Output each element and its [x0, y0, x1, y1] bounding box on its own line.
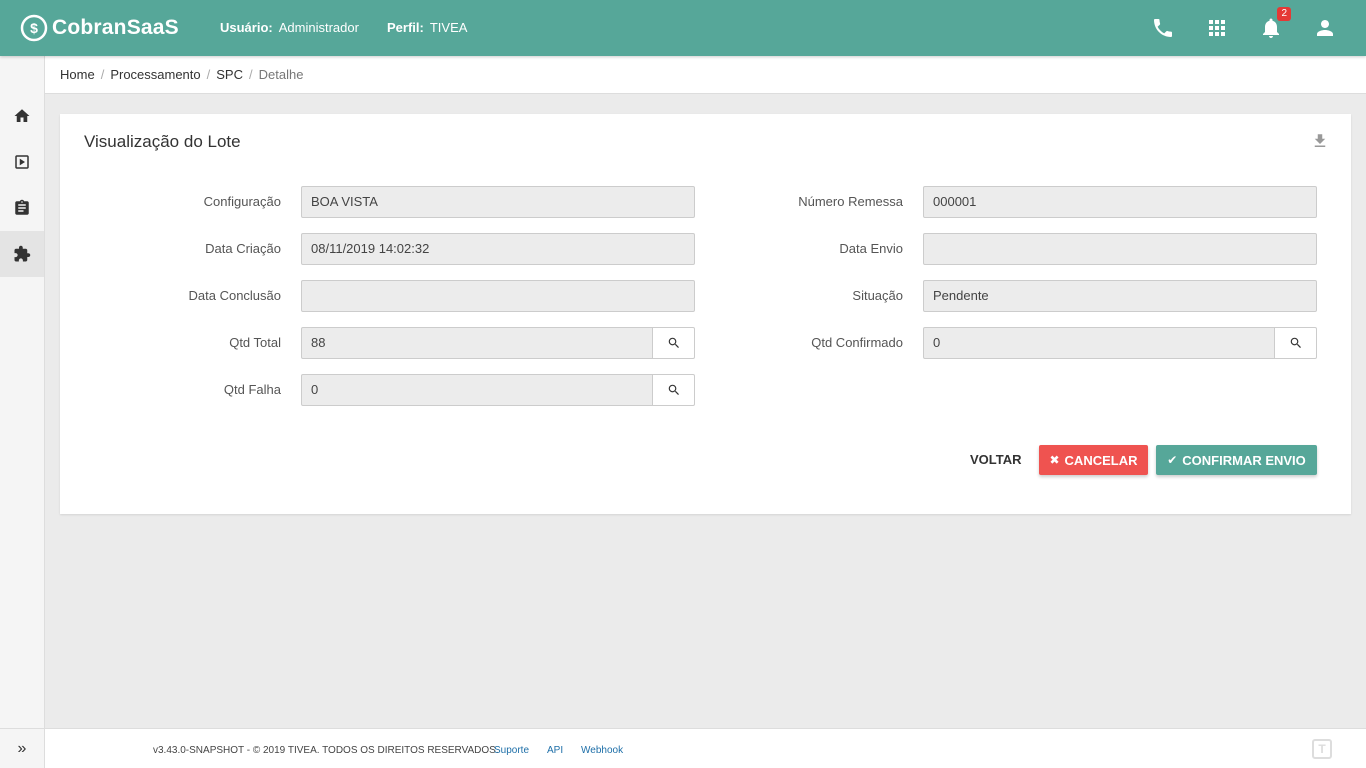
sidebar-item-processing[interactable] [0, 139, 44, 185]
configuracao-label: Configuração [203, 194, 281, 209]
qtd-falha-field[interactable]: 0 [301, 374, 653, 406]
sidebar-item-home[interactable] [0, 93, 44, 139]
page-title: Visualização do Lote [84, 132, 241, 151]
cancelar-label: CANCELAR [1064, 452, 1138, 468]
close-icon: ✖ [1049, 453, 1060, 467]
confirmar-envio-button[interactable]: ✔ CONFIRMAR ENVIO [1156, 445, 1317, 475]
clipboard-icon [15, 199, 29, 215]
configuracao-field[interactable]: BOA VISTA [301, 186, 695, 218]
search-icon [668, 384, 679, 395]
profile-info: Perfil: TIVEA [387, 20, 467, 35]
breadcrumb-home[interactable]: Home [60, 67, 95, 82]
double-chevron-right-icon[interactable]: » [0, 728, 44, 768]
search-icon [668, 337, 679, 348]
check-icon: ✔ [1167, 453, 1178, 467]
lot-detail-card: Visualização do Lote Configuração BOA VI… [60, 114, 1351, 514]
numero-remessa-label: Número Remessa [798, 194, 903, 209]
sidebar-item-integrations[interactable] [0, 231, 44, 277]
apps-grid-icon[interactable] [1205, 16, 1229, 40]
sidebar-item-reports[interactable] [0, 185, 44, 231]
footer-copyright: v3.43.0-SNAPSHOT - © 2019 TIVEA. TODOS O… [153, 745, 499, 756]
svg-text:$: $ [30, 20, 38, 36]
play-box-icon [15, 155, 29, 169]
confirmar-label: CONFIRMAR ENVIO [1182, 452, 1306, 468]
qtd-confirmado-field[interactable]: 0 [923, 327, 1275, 359]
data-envio-field[interactable] [923, 233, 1317, 265]
user-value: Administrador [278, 20, 359, 35]
footer-logo: T [1312, 739, 1332, 759]
qtd-confirmado-label: Qtd Confirmado [811, 335, 903, 350]
breadcrumb-processamento[interactable]: Processamento [110, 67, 200, 82]
breadcrumb-separator: / [100, 67, 105, 82]
breadcrumb-separator: / [249, 67, 253, 82]
phone-icon[interactable] [1151, 16, 1175, 40]
footer: v3.43.0-SNAPSHOT - © 2019 TIVEA. TODOS O… [45, 728, 1366, 768]
notification-badge: 2 [1277, 7, 1291, 21]
numero-remessa-field[interactable]: 000001 [923, 186, 1317, 218]
qtd-total-label: Qtd Total [229, 335, 281, 350]
user-label: Usuário: [220, 20, 273, 35]
bell-icon[interactable]: 2 [1259, 7, 1291, 40]
qtd-falha-search-button[interactable] [652, 374, 695, 406]
data-conclusao-field[interactable] [301, 280, 695, 312]
qtd-total-search-button[interactable] [652, 327, 695, 359]
cancelar-button[interactable]: ✖ CANCELAR [1039, 445, 1148, 475]
footer-link-suporte[interactable]: Suporte [494, 745, 529, 756]
qtd-falha-label: Qtd Falha [223, 382, 281, 397]
data-envio-label: Data Envio [839, 241, 903, 256]
data-conclusao-label: Data Conclusão [188, 288, 282, 303]
home-icon [14, 109, 30, 122]
breadcrumb-separator: / [206, 67, 211, 82]
brand-logo-icon: $ [20, 14, 48, 42]
profile-label: Perfil: [387, 20, 424, 35]
voltar-button[interactable]: VOLTAR [960, 445, 1032, 475]
data-criacao-label: Data Criação [205, 241, 281, 256]
breadcrumb-spc[interactable]: SPC [216, 67, 243, 82]
situacao-field[interactable]: Pendente [923, 280, 1317, 312]
footer-link-api[interactable]: API [547, 745, 563, 756]
brand-name: CobranSaaS [52, 16, 179, 39]
brand[interactable]: $ CobranSaaS [20, 12, 179, 44]
user-info: Usuário: Administrador [220, 20, 359, 35]
qtd-confirmado-search-button[interactable] [1274, 327, 1317, 359]
breadcrumb: Home / Processamento / SPC / Detalhe [45, 56, 1366, 94]
download-icon[interactable] [1311, 132, 1329, 150]
situacao-label: Situação [852, 288, 903, 303]
search-icon [1290, 337, 1301, 348]
footer-link-webhook[interactable]: Webhook [581, 745, 623, 756]
qtd-total-field[interactable]: 88 [301, 327, 653, 359]
top-navbar: $ CobranSaaS Usuário: Administrador Perf… [0, 0, 1366, 56]
puzzle-icon [14, 245, 31, 262]
breadcrumb-detalhe: Detalhe [258, 67, 304, 82]
sidebar: » [0, 56, 45, 768]
profile-value: TIVEA [429, 20, 468, 35]
data-criacao-field[interactable]: 08/11/2019 14:02:32 [301, 233, 695, 265]
user-icon[interactable] [1313, 16, 1337, 40]
